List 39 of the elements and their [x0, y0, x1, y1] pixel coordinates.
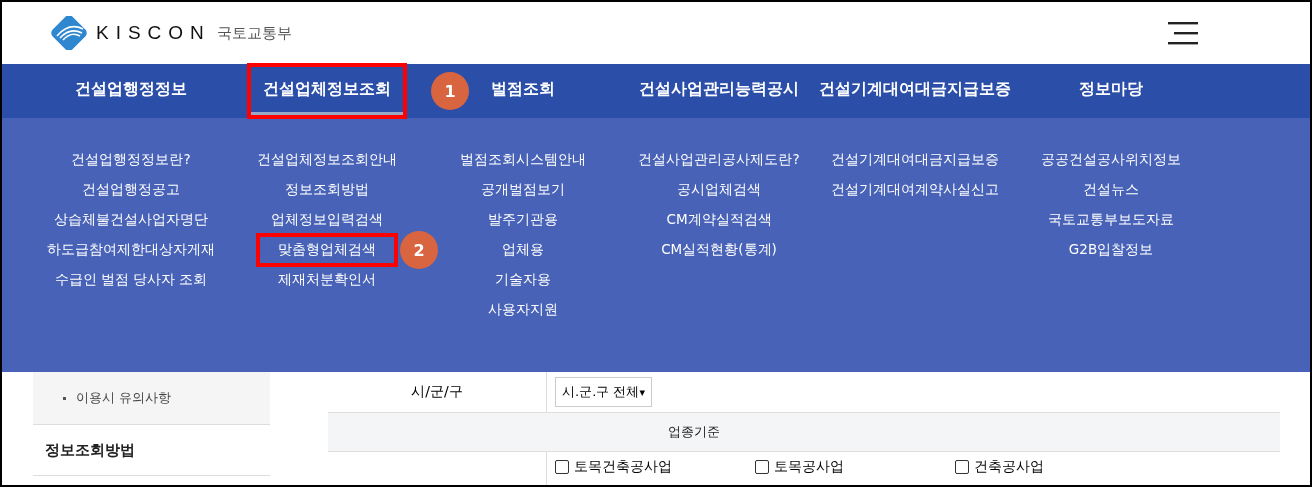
submenu-link[interactable]: 업체정보입력검색: [253, 207, 401, 233]
menu-icon[interactable]: [1168, 21, 1198, 45]
submenu-link[interactable]: 공개벌점보기: [463, 177, 583, 203]
industry-checkbox[interactable]: 토목공사업: [755, 457, 955, 477]
submenu-link[interactable]: CM실적현황(통계): [643, 237, 795, 263]
submenu-link[interactable]: 하도급참여제한대상자게재: [29, 237, 233, 263]
submenu-link[interactable]: 건설기계대여계약사실신고: [813, 177, 1017, 203]
sidebar-section[interactable]: 정보조회방법: [33, 425, 270, 476]
submenu-link[interactable]: G2B입찰정보: [1050, 237, 1172, 263]
logo-text: KISCON: [96, 22, 211, 44]
step-badge: 2: [400, 231, 438, 269]
submenu-link[interactable]: 국토교통부보도자료: [1030, 207, 1192, 233]
submenu-link[interactable]: 건설업행정정보란?: [53, 147, 209, 173]
industry-checkbox[interactable]: 토목건축공사업: [555, 457, 755, 477]
submenu-link[interactable]: 기술자용: [477, 267, 569, 293]
field-label: 시/군/구: [328, 372, 547, 412]
submenu-link[interactable]: 수급인 벌점 당사자 조회: [36, 267, 226, 293]
nav-tab[interactable]: 벌점조회: [479, 71, 567, 111]
submenu-link[interactable]: 공시업체검색: [659, 177, 779, 203]
submenu-link[interactable]: 정보조회방법: [267, 177, 387, 203]
submenu-link[interactable]: 공공건설공사위치정보: [1023, 147, 1199, 173]
ministry-name: 국토교통부: [216, 23, 292, 43]
sidebar-item[interactable]: 이용시 유의사항: [33, 372, 270, 425]
submenu-link[interactable]: 제재처분확인서: [260, 267, 394, 293]
submenu-link[interactable]: 상습체불건설사업자명단: [36, 207, 226, 233]
submenu-link[interactable]: 발주기관용: [470, 207, 576, 233]
submenu-link[interactable]: 업체용: [484, 237, 562, 263]
industry-checkbox[interactable]: 건축공사업: [955, 457, 1155, 477]
nav-tab[interactable]: 건설업행정정보: [63, 71, 199, 111]
district-select[interactable]: 시.군.구 전체▾: [555, 377, 652, 407]
submenu-link[interactable]: 건설업체정보조회안내: [239, 147, 415, 173]
section-header: 업종기준: [668, 423, 720, 441]
submenu-link[interactable]: 사용자지원: [470, 297, 576, 323]
submenu-link[interactable]: CM계약실적검색: [648, 207, 790, 233]
submenu-link[interactable]: 건설업행정공고: [64, 177, 198, 203]
nav-tab[interactable]: 정보마당: [1067, 71, 1155, 111]
step-badge: 1: [431, 72, 469, 110]
submenu-link[interactable]: 건설뉴스: [1065, 177, 1157, 203]
submenu-link[interactable]: 벌점조회시스템안내: [442, 147, 604, 173]
